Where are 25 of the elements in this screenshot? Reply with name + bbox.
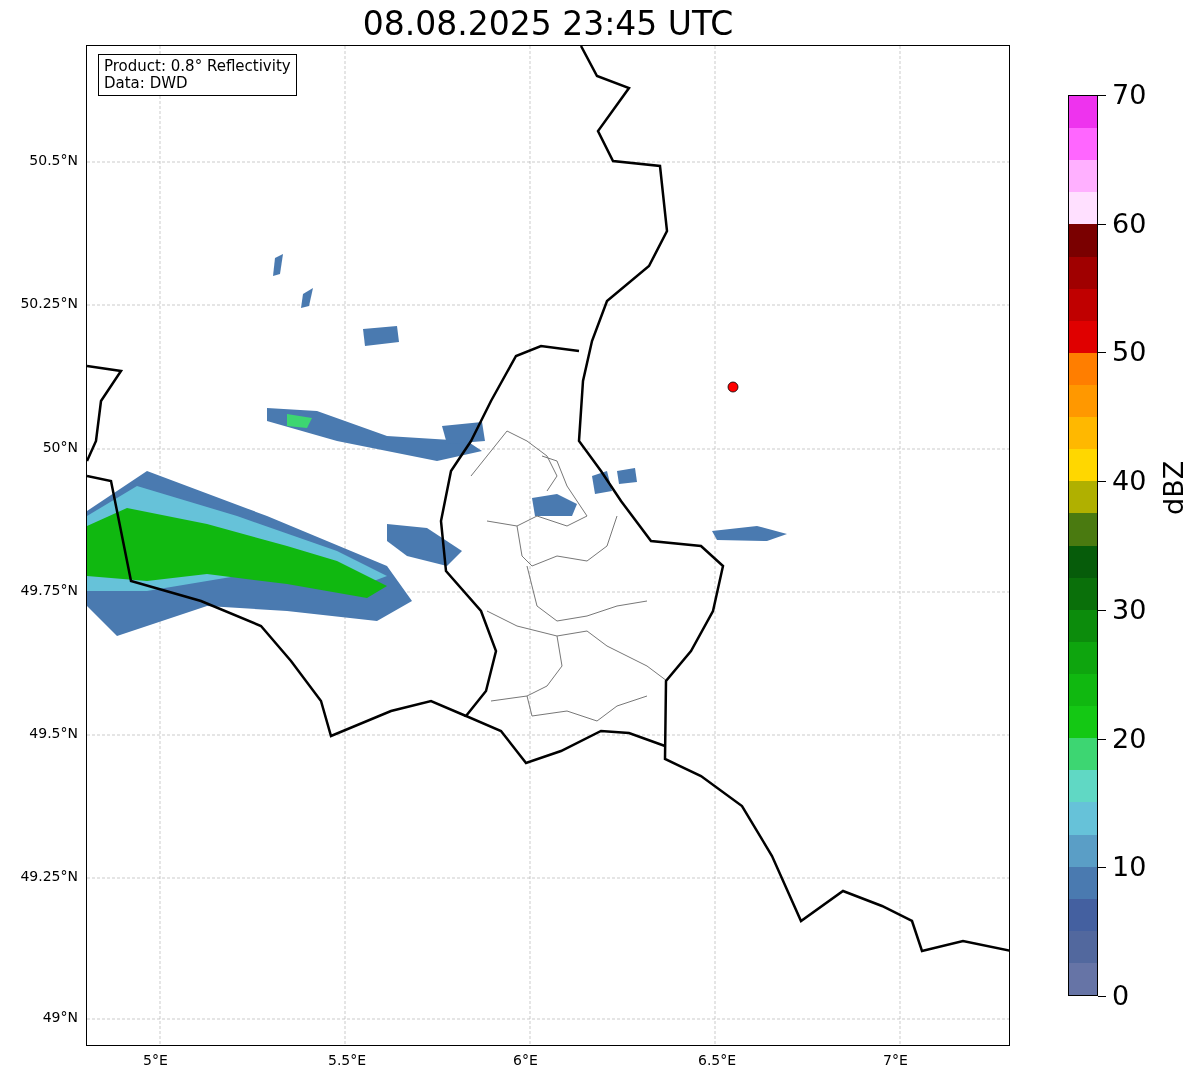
y-tick-label: 49.25°N xyxy=(20,868,78,884)
colorbar-tick-label: 10 xyxy=(1112,852,1147,883)
x-tick-label: 6.5°E xyxy=(698,1052,737,1068)
colorbar-tick-label: 0 xyxy=(1112,981,1130,1011)
x-tick-label: 5°E xyxy=(143,1052,168,1068)
chart-title: 08.08.2025 23:45 UTC xyxy=(361,3,735,45)
info-text: Product: 0.8° Reflectivity xyxy=(104,58,291,75)
y-tick-label: 49°N xyxy=(42,1009,78,1025)
y-tick-label: 49.75°N xyxy=(20,582,78,598)
x-tick-label: 6°E xyxy=(513,1052,538,1068)
y-tick-label: 49.5°N xyxy=(29,725,78,741)
colorbar-tick-label: 60 xyxy=(1112,208,1147,239)
colorbar-tick-label: 70 xyxy=(1112,80,1147,110)
location-marker-icon xyxy=(727,381,739,393)
colorbar-tick-label: 30 xyxy=(1112,594,1147,625)
colorbar-tick-label: 50 xyxy=(1112,337,1147,368)
x-tick-label: 7°E xyxy=(883,1052,908,1068)
y-tick-label: 50.25°N xyxy=(20,295,78,311)
info-text: Data: DWD xyxy=(104,75,189,92)
y-tick-label: 50°N xyxy=(42,439,78,455)
y-tick-label: 50.5°N xyxy=(29,152,78,168)
colorbar-tick-label: 20 xyxy=(1112,723,1147,754)
colorbar-tick-label: 40 xyxy=(1112,466,1147,497)
x-tick-label: 5.5°E xyxy=(328,1052,367,1068)
colorbar-label: dBZ xyxy=(1158,460,1189,515)
